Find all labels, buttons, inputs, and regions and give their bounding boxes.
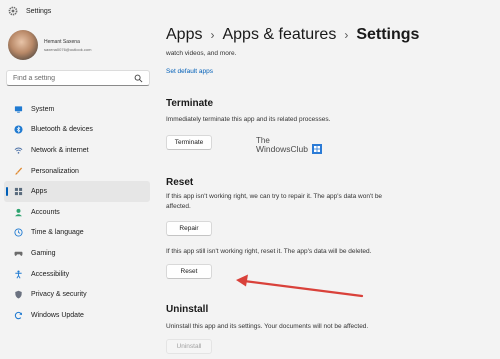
search-icon[interactable] xyxy=(134,74,143,83)
sidebar-item-label: Gaming xyxy=(31,249,56,257)
watermark-logo-icon xyxy=(312,144,322,154)
repair-button[interactable]: Repair xyxy=(166,221,212,236)
uninstall-heading: Uninstall xyxy=(166,304,209,315)
settings-window: Settings Hemant Saxena saxena0076@outloo… xyxy=(0,0,500,359)
brush-icon xyxy=(14,167,23,176)
terminate-button[interactable]: Terminate xyxy=(166,135,212,150)
sidebar-item-label: Accounts xyxy=(31,208,60,216)
terminate-description: Immediately terminate this app and its r… xyxy=(166,116,331,123)
profile-name: Hemant Saxena xyxy=(44,38,80,45)
sidebar-item-label: Apps xyxy=(31,188,47,196)
set-default-apps-link[interactable]: Set default apps xyxy=(166,68,213,75)
sidebar-item-label: Bluetooth & devices xyxy=(31,126,93,134)
controller-icon xyxy=(14,249,23,258)
search-input[interactable] xyxy=(13,74,133,82)
bluetooth-icon xyxy=(14,125,23,134)
sidebar-item-label: Accessibility xyxy=(31,270,70,278)
shield-icon xyxy=(14,290,23,299)
sidebar-item-accounts[interactable]: Accounts xyxy=(4,202,150,223)
title-bar: Settings xyxy=(0,0,500,22)
watermark: The WindowsClub xyxy=(256,136,326,154)
window-title: Settings xyxy=(26,7,52,15)
sidebar-item-bluetooth[interactable]: Bluetooth & devices xyxy=(4,120,150,141)
uninstall-description: Uninstall this app and its settings. You… xyxy=(166,323,369,330)
page-title: Settings xyxy=(356,26,420,43)
search-box[interactable] xyxy=(6,70,150,86)
update-icon xyxy=(14,311,23,320)
terminate-heading: Terminate xyxy=(166,98,214,109)
sidebar-item-label: Personalization xyxy=(31,167,79,175)
breadcrumb: Apps › Apps & features › Settings xyxy=(166,26,419,44)
breadcrumb-separator: › xyxy=(344,28,349,42)
repair-description: If this app isn't working right, we can … xyxy=(166,193,383,210)
profile-email: saxena0076@outlook.com xyxy=(44,46,92,52)
sidebar-item-system[interactable]: System xyxy=(4,99,150,120)
profile-text: Hemant Saxena saxena0076@outlook.com xyxy=(44,39,91,52)
monitor-icon xyxy=(14,105,23,114)
breadcrumb-separator: › xyxy=(210,28,215,42)
sidebar-item-label: System xyxy=(31,105,55,113)
user-profile[interactable]: Hemant Saxena saxena0076@outlook.com xyxy=(8,28,148,62)
sidebar-item-gaming[interactable]: Gaming xyxy=(4,243,150,264)
globe-clock-icon xyxy=(14,228,23,237)
settings-app-icon xyxy=(8,6,18,16)
sidebar: Hemant Saxena saxena0076@outlook.com Sys… xyxy=(0,22,152,359)
breadcrumb-apps-features[interactable]: Apps & features xyxy=(222,26,336,44)
sidebar-item-label: Privacy & security xyxy=(31,291,87,299)
sidebar-item-personalization[interactable]: Personalization xyxy=(4,161,150,182)
sidebar-item-privacy-security[interactable]: Privacy & security xyxy=(4,284,150,305)
wifi-icon xyxy=(14,146,23,155)
uninstall-button[interactable]: Uninstall xyxy=(166,339,212,354)
annotation-arrow xyxy=(236,274,364,298)
person-icon xyxy=(14,208,23,217)
sidebar-nav: System Bluetooth & devices Network & int… xyxy=(4,99,150,326)
sidebar-item-apps[interactable]: Apps xyxy=(4,181,150,202)
sidebar-item-time-language[interactable]: Time & language xyxy=(4,223,150,244)
reset-heading: Reset xyxy=(166,177,194,188)
sidebar-item-accessibility[interactable]: Accessibility xyxy=(4,264,150,285)
breadcrumb-apps[interactable]: Apps xyxy=(166,26,202,44)
avatar xyxy=(8,30,38,60)
sidebar-item-label: Network & internet xyxy=(31,146,89,154)
sidebar-item-windows-update[interactable]: Windows Update xyxy=(4,305,150,326)
sidebar-item-label: Time & language xyxy=(31,229,84,237)
partial-description: watch videos, and more. xyxy=(166,50,237,57)
accessibility-icon xyxy=(14,270,23,279)
sidebar-item-label: Windows Update xyxy=(31,311,84,319)
apps-icon xyxy=(14,187,23,196)
reset-button[interactable]: Reset xyxy=(166,264,212,279)
reset-description: If this app still isn't working right, r… xyxy=(166,248,372,255)
sidebar-item-network[interactable]: Network & internet xyxy=(4,140,150,161)
